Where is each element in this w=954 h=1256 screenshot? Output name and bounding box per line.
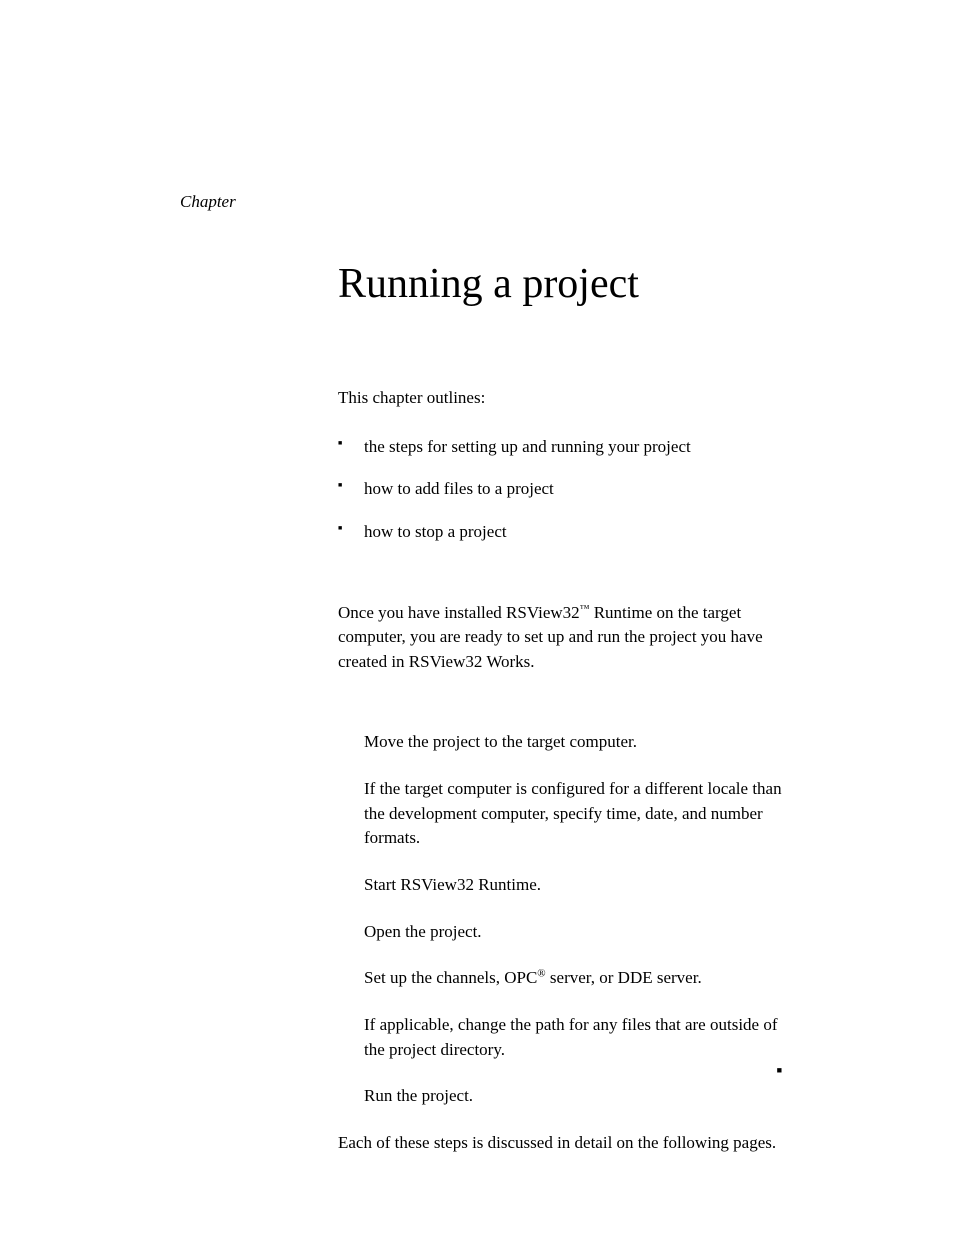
intro-text: This chapter outlines: [338, 386, 794, 411]
registered-symbol: ® [537, 968, 545, 980]
page-marker-icon: ■ [777, 1065, 782, 1075]
chapter-label: Chapter [180, 192, 794, 212]
step-text: server, or DDE server. [546, 968, 702, 987]
content-block: This chapter outlines: the steps for set… [338, 386, 794, 1156]
closing-text: Each of these steps is discussed in deta… [338, 1131, 794, 1156]
list-item: Start RSView32 Runtime. [364, 873, 794, 898]
list-item: the steps for setting up and running you… [338, 435, 794, 460]
body-paragraph: Once you have installed RSView32™ Runtim… [338, 601, 794, 675]
document-page: Chapter Running a project This chapter o… [0, 0, 954, 1256]
list-item: If the target computer is configured for… [364, 777, 794, 851]
paragraph-text: Once you have installed RSView32 [338, 603, 580, 622]
chapter-title: Running a project [338, 260, 794, 308]
list-item: Open the project. [364, 920, 794, 945]
steps-list: Move the project to the target computer.… [364, 730, 794, 1108]
list-item: how to add files to a project [338, 477, 794, 502]
trademark-symbol: ™ [580, 603, 590, 614]
list-item: Run the project. [364, 1084, 794, 1109]
list-item: Set up the channels, OPC® server, or DDE… [364, 966, 794, 991]
list-item: If applicable, change the path for any f… [364, 1013, 794, 1062]
list-item: how to stop a project [338, 520, 794, 545]
bullet-list: the steps for setting up and running you… [338, 435, 794, 545]
step-text: Set up the channels, OPC [364, 968, 537, 987]
list-item: Move the project to the target computer. [364, 730, 794, 755]
